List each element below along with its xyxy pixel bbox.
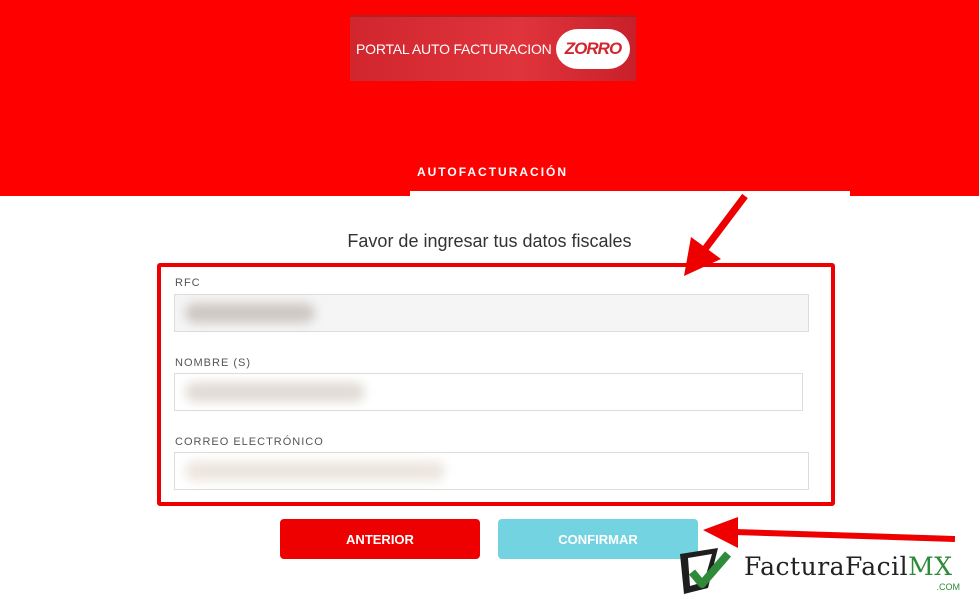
email-label: CORREO ELECTRÓNICO (175, 436, 324, 448)
logo-brand: ZORRO (564, 39, 622, 58)
name-input[interactable] (174, 373, 803, 411)
watermark-name: FacturaFacilMX (744, 552, 953, 581)
rfc-input[interactable] (174, 294, 809, 332)
header-divider (410, 191, 850, 209)
zorro-logo-badge: ZORRO (556, 29, 630, 69)
form-subtitle: Favor de ingresar tus datos fiscales (347, 231, 632, 251)
rfc-label: RFC (175, 277, 201, 289)
previous-button[interactable]: ANTERIOR (280, 519, 480, 559)
invoice-check-icon (680, 548, 732, 594)
email-input[interactable] (174, 452, 809, 490)
logo-text: PORTAL AUTO FACTURACION (356, 41, 552, 57)
annotation-arrow-confirm (734, 529, 956, 542)
facturafacil-watermark: FacturaFacilMX .COM (678, 544, 968, 600)
watermark-suffix: MX (908, 552, 953, 581)
redacted-value (185, 382, 365, 402)
section-title: AUTOFACTURACIÓN (416, 165, 569, 179)
watermark-domain: .COM (936, 582, 961, 592)
redacted-value (185, 461, 445, 481)
portal-logo: PORTAL AUTO FACTURACION ZORRO (350, 15, 636, 81)
confirm-button[interactable]: CONFIRMAR (498, 519, 698, 559)
redacted-value (185, 303, 315, 323)
watermark-name-text: FacturaFacil (744, 552, 909, 581)
name-label: NOMBRE (S) (175, 357, 251, 369)
